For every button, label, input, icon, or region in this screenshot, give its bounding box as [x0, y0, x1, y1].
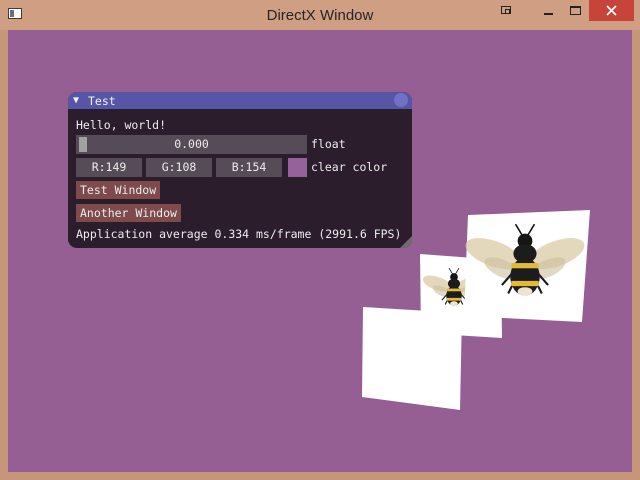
float-slider[interactable]: 0.000: [76, 135, 307, 154]
imgui-test-window[interactable]: ▼ Test Hello, world! 0.000 float R:149 G…: [68, 92, 412, 248]
another-window-button[interactable]: Another Window: [76, 204, 181, 222]
maximize-icon: [570, 6, 581, 15]
color-g-drag[interactable]: G:108: [146, 158, 212, 177]
close-icon: [606, 5, 617, 16]
maximize-button[interactable]: [562, 0, 588, 22]
minimize-icon: [544, 13, 553, 15]
fps-status-text: Application average 0.334 ms/frame (2991…: [76, 227, 402, 241]
close-button[interactable]: [589, 0, 634, 21]
color-swatch[interactable]: [288, 158, 307, 177]
collapse-arrow-icon[interactable]: ▼: [73, 94, 79, 107]
color-r-drag[interactable]: R:149: [76, 158, 142, 177]
imgui-window-title: Test: [88, 94, 116, 108]
circle-icon[interactable]: [394, 93, 408, 107]
quad-blank: [362, 307, 462, 410]
minimize-button[interactable]: [534, 0, 562, 22]
directx-viewport[interactable]: ▼ Test Hello, world! 0.000 float R:149 G…: [8, 30, 632, 472]
restore-icon: [501, 6, 511, 14]
hello-text: Hello, world!: [76, 118, 167, 132]
float-label: float: [311, 137, 346, 151]
imgui-title-bar[interactable]: ▼ Test: [68, 92, 412, 109]
resize-grip-icon[interactable]: [400, 236, 412, 248]
test-window-button[interactable]: Test Window: [76, 181, 161, 199]
color-b-drag[interactable]: B:154: [216, 158, 282, 177]
title-bar[interactable]: DirectX Window: [0, 0, 640, 30]
clear-color-label: clear color: [311, 160, 388, 174]
slider-value: 0.000: [174, 137, 209, 151]
restore-button[interactable]: [496, 0, 518, 22]
